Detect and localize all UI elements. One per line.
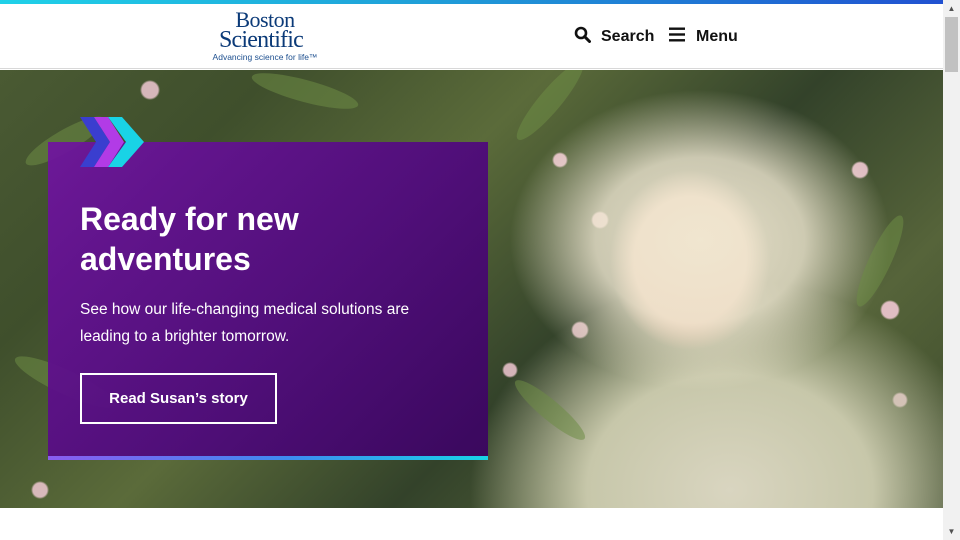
logo-tagline: Advancing science for life™ (212, 52, 318, 62)
logo-name-line2: Scientific (219, 27, 304, 53)
page-scrollbar[interactable]: ▲ ▼ (943, 0, 960, 540)
foliage-leaf (509, 70, 591, 147)
scrollbar-thumb[interactable] (945, 17, 958, 72)
scroll-up-arrow-icon[interactable]: ▲ (943, 0, 960, 17)
search-label: Search (601, 28, 655, 45)
site-header: Boston Scientific Advancing science for … (0, 4, 943, 69)
hamburger-icon (669, 27, 686, 47)
foliage-leaf (509, 373, 591, 447)
search-button[interactable]: Search (574, 24, 654, 50)
search-icon (574, 26, 591, 48)
hero-subtext: See how our life-changing medical soluti… (80, 301, 410, 345)
triple-chevron-icon (80, 117, 144, 167)
hero-banner: Ready for new adventures See how our lif… (0, 70, 943, 508)
scroll-down-arrow-icon[interactable]: ▼ (943, 523, 960, 540)
hero-card-gradient-bar (48, 456, 488, 460)
hero-headline: Ready for new adventures (80, 201, 299, 277)
read-story-button[interactable]: Read Susan’s story (80, 373, 277, 424)
foliage-leaf (249, 70, 361, 116)
menu-label: Menu (696, 28, 738, 45)
foliage-leaf (848, 211, 912, 311)
boston-scientific-logo[interactable]: Boston Scientific Advancing science for … (200, 9, 330, 65)
menu-button[interactable]: Menu (669, 24, 738, 50)
